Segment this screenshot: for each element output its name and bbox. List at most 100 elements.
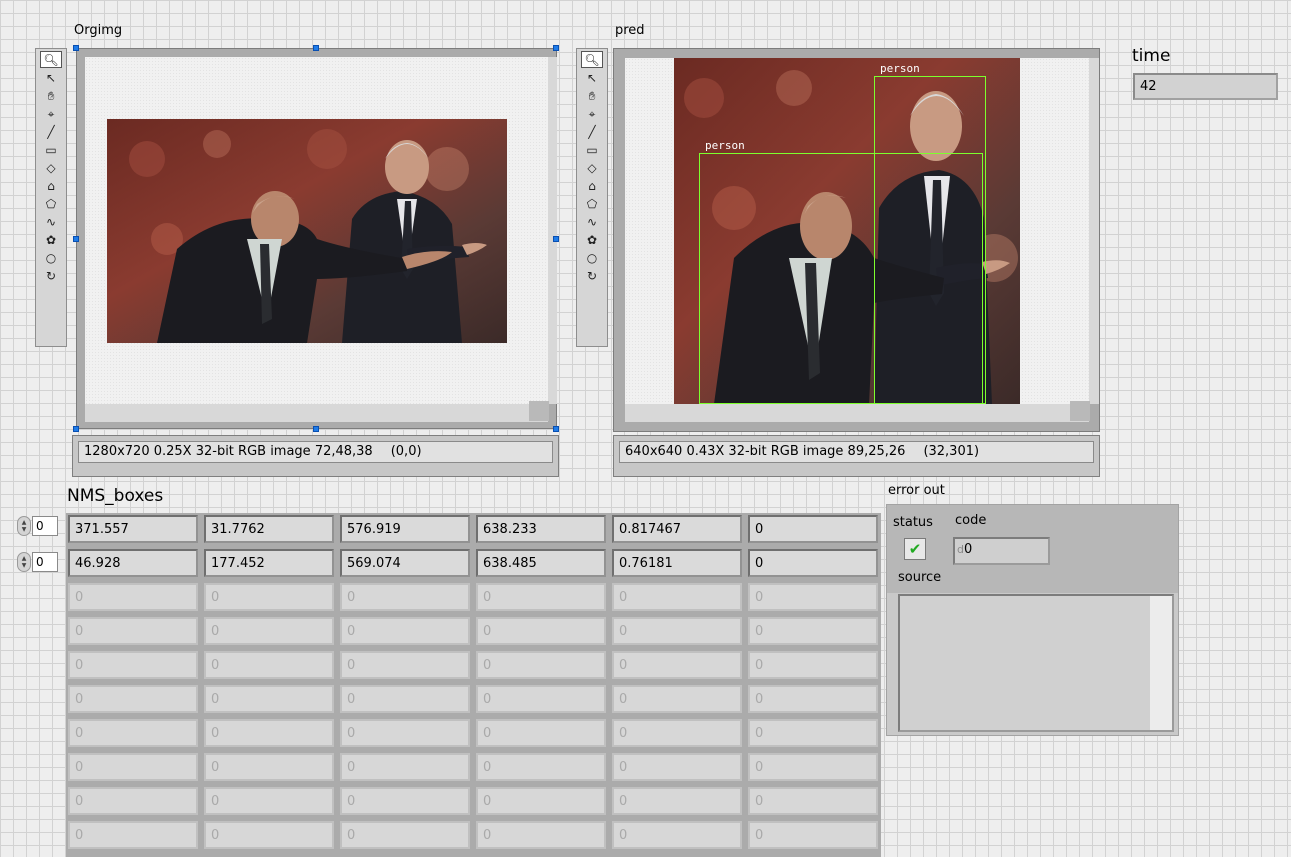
source-scrollbar[interactable] bbox=[1150, 596, 1172, 730]
oval-icon[interactable]: ○ bbox=[581, 249, 603, 266]
selection-handle[interactable] bbox=[313, 426, 319, 432]
array-cell[interactable]: 0.817467 bbox=[612, 515, 742, 543]
array-cell[interactable]: 0 bbox=[476, 753, 606, 781]
line-icon[interactable]: ╱ bbox=[40, 123, 62, 140]
zoom-icon[interactable]: 🔍︎ bbox=[581, 51, 603, 68]
point-crosshair-icon[interactable]: ⌖ bbox=[40, 105, 62, 122]
annulus-arc-icon[interactable]: ↻ bbox=[40, 267, 62, 284]
array-cell[interactable]: 0 bbox=[612, 685, 742, 713]
pred-canvas[interactable]: person person bbox=[625, 58, 1089, 404]
array-cell[interactable]: 0 bbox=[612, 787, 742, 815]
line-icon[interactable]: ╱ bbox=[581, 123, 603, 140]
array-cell[interactable]: 0 bbox=[476, 617, 606, 645]
freehand-region-icon[interactable]: ✿ bbox=[40, 231, 62, 248]
array-cell[interactable]: 0 bbox=[748, 583, 878, 611]
array-cell[interactable]: 0 bbox=[748, 515, 878, 543]
annulus-arc-icon[interactable]: ↻ bbox=[581, 267, 603, 284]
orgimg-display[interactable] bbox=[76, 48, 557, 429]
row-index-input[interactable]: 0 bbox=[32, 516, 58, 536]
array-cell[interactable]: 0 bbox=[748, 549, 878, 577]
polygon-icon[interactable]: ⬠ bbox=[581, 195, 603, 212]
array-cell[interactable]: 0 bbox=[340, 821, 470, 849]
array-cell[interactable]: 0 bbox=[68, 753, 198, 781]
array-cell[interactable]: 0 bbox=[340, 617, 470, 645]
selection-handle[interactable] bbox=[553, 45, 559, 51]
pred-display[interactable]: person person bbox=[613, 48, 1100, 432]
pointer-icon[interactable]: ↖ bbox=[581, 69, 603, 86]
array-cell[interactable]: 0 bbox=[204, 617, 334, 645]
orgimg-horizontal-scrollbar[interactable] bbox=[85, 404, 548, 422]
array-cell[interactable]: 0 bbox=[340, 753, 470, 781]
array-cell[interactable]: 638.233 bbox=[476, 515, 606, 543]
pointer-icon[interactable]: ↖ bbox=[40, 69, 62, 86]
array-cell[interactable]: 569.074 bbox=[340, 549, 470, 577]
array-cell[interactable]: 177.452 bbox=[204, 549, 334, 577]
array-cell[interactable]: 0 bbox=[748, 685, 878, 713]
annulus-icon[interactable]: ⌂ bbox=[581, 177, 603, 194]
array-cell[interactable]: 0 bbox=[204, 651, 334, 679]
polygon-icon[interactable]: ⬠ bbox=[40, 195, 62, 212]
array-cell[interactable]: 0 bbox=[340, 685, 470, 713]
array-cell[interactable]: 0 bbox=[340, 719, 470, 747]
column-index-spinner[interactable]: ▲ ▼ bbox=[17, 552, 31, 572]
array-cell[interactable]: 0 bbox=[340, 583, 470, 611]
column-index-input[interactable]: 0 bbox=[32, 552, 58, 572]
array-cell[interactable]: 0 bbox=[476, 651, 606, 679]
orgimg-canvas[interactable] bbox=[85, 57, 548, 404]
array-cell[interactable]: 0 bbox=[204, 753, 334, 781]
array-cell[interactable]: 371.557 bbox=[68, 515, 198, 543]
array-cell[interactable]: 0 bbox=[612, 583, 742, 611]
array-cell[interactable]: 0 bbox=[476, 583, 606, 611]
array-cell[interactable]: 0 bbox=[612, 719, 742, 747]
array-cell[interactable]: 0 bbox=[204, 821, 334, 849]
array-cell[interactable]: 0 bbox=[204, 685, 334, 713]
row-index-spinner[interactable]: ▲ ▼ bbox=[17, 516, 31, 536]
array-cell[interactable]: 0 bbox=[68, 685, 198, 713]
array-cell[interactable]: 0 bbox=[340, 787, 470, 815]
annulus-icon[interactable]: ⌂ bbox=[40, 177, 62, 194]
array-cell[interactable]: 0 bbox=[68, 617, 198, 645]
array-cell[interactable]: 0 bbox=[68, 787, 198, 815]
pred-horizontal-scrollbar[interactable] bbox=[625, 404, 1089, 422]
freehand-icon[interactable]: ∿ bbox=[40, 213, 62, 230]
row-index-control[interactable]: ▲ ▼ 0 bbox=[17, 515, 58, 537]
rectangle-icon[interactable]: ▭ bbox=[40, 141, 62, 158]
array-cell[interactable]: 31.7762 bbox=[204, 515, 334, 543]
rotated-rectangle-icon[interactable]: ◇ bbox=[40, 159, 62, 176]
selection-handle[interactable] bbox=[73, 45, 79, 51]
oval-icon[interactable]: ○ bbox=[40, 249, 62, 266]
selection-handle[interactable] bbox=[553, 236, 559, 242]
selection-handle[interactable] bbox=[313, 45, 319, 51]
array-cell[interactable]: 46.928 bbox=[68, 549, 198, 577]
pan-hand-icon[interactable]: ✋︎ bbox=[40, 87, 62, 104]
freehand-region-icon[interactable]: ✿ bbox=[581, 231, 603, 248]
selection-handle[interactable] bbox=[73, 236, 79, 242]
array-cell[interactable]: 0 bbox=[68, 651, 198, 679]
rotated-rectangle-icon[interactable]: ◇ bbox=[581, 159, 603, 176]
array-cell[interactable]: 0 bbox=[476, 787, 606, 815]
array-cell[interactable]: 0 bbox=[748, 753, 878, 781]
array-cell[interactable]: 0 bbox=[204, 719, 334, 747]
zoom-icon[interactable]: 🔍︎ bbox=[40, 51, 62, 68]
array-cell[interactable]: 0 bbox=[476, 719, 606, 747]
array-cell[interactable]: 0 bbox=[612, 821, 742, 849]
array-cell[interactable]: 0 bbox=[748, 651, 878, 679]
array-cell[interactable]: 0 bbox=[68, 719, 198, 747]
array-cell[interactable]: 0 bbox=[204, 787, 334, 815]
pan-hand-icon[interactable]: ✋︎ bbox=[581, 87, 603, 104]
array-cell[interactable]: 0 bbox=[748, 719, 878, 747]
array-cell[interactable]: 0 bbox=[612, 617, 742, 645]
array-cell[interactable]: 0.76181 bbox=[612, 549, 742, 577]
freehand-icon[interactable]: ∿ bbox=[581, 213, 603, 230]
array-cell[interactable]: 576.919 bbox=[340, 515, 470, 543]
pred-vertical-scrollbar[interactable] bbox=[1089, 58, 1099, 404]
array-cell[interactable]: 0 bbox=[340, 651, 470, 679]
array-cell[interactable]: 0 bbox=[748, 617, 878, 645]
column-index-control[interactable]: ▲ ▼ 0 bbox=[17, 551, 58, 573]
array-cell[interactable]: 0 bbox=[612, 753, 742, 781]
array-cell[interactable]: 0 bbox=[68, 583, 198, 611]
point-crosshair-icon[interactable]: ⌖ bbox=[581, 105, 603, 122]
array-cell[interactable]: 0 bbox=[612, 651, 742, 679]
array-cell[interactable]: 0 bbox=[748, 821, 878, 849]
array-cell[interactable]: 0 bbox=[68, 821, 198, 849]
